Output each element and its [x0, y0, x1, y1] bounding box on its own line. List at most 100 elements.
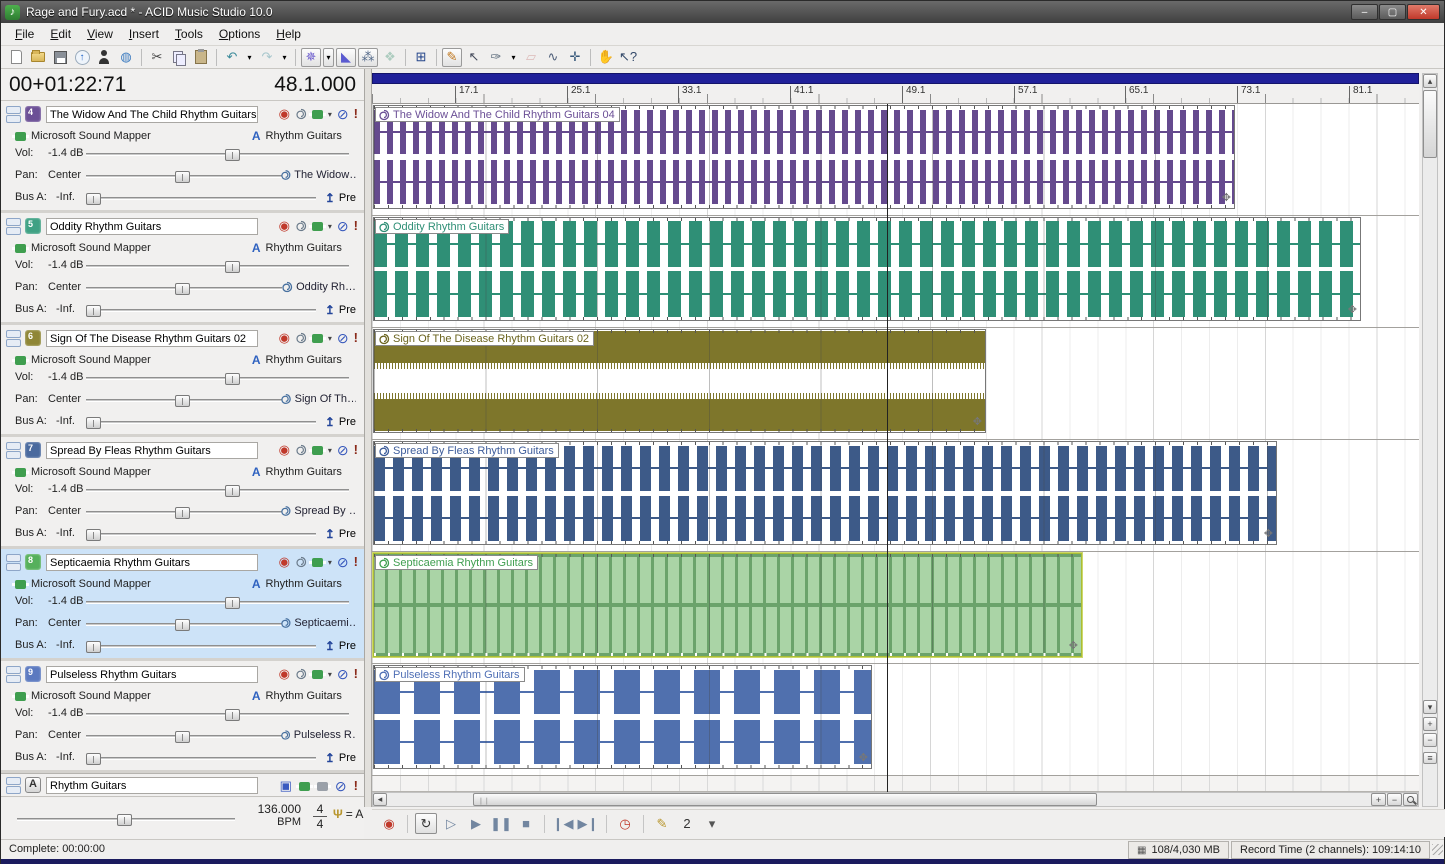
bus-send-slider[interactable]	[86, 197, 316, 200]
track-device-dropdown[interactable]: ▾	[328, 334, 332, 343]
new-file-button[interactable]	[6, 48, 26, 67]
track-color-icon[interactable]: 8	[25, 554, 41, 570]
volume-thumb[interactable]	[225, 149, 240, 161]
track-fx-icon[interactable]	[295, 556, 307, 568]
track-fx-icon[interactable]	[295, 668, 307, 680]
record-arm-button[interactable]: ◉	[279, 106, 290, 122]
track-color-icon[interactable]: 9	[25, 666, 41, 682]
group-name[interactable]: Rhythm Guitars	[266, 354, 342, 366]
resize-grip[interactable]	[1432, 844, 1443, 855]
mute-button[interactable]: ⊘	[337, 218, 349, 234]
track-minimize-buttons[interactable]	[6, 218, 21, 235]
track-minimize-buttons[interactable]	[6, 554, 21, 571]
event-move-handle[interactable]: ✥	[1222, 191, 1231, 204]
master-volume-slider[interactable]	[17, 818, 235, 821]
track-lane[interactable]: Sign Of The Disease Rhythm Guitars 02 ✥	[372, 328, 1419, 440]
pan-thumb[interactable]	[175, 731, 190, 743]
zoom-in-track-height-button[interactable]: +	[1423, 717, 1437, 731]
record-arm-button[interactable]: ◉	[279, 666, 290, 682]
volume-slider[interactable]	[86, 265, 349, 268]
zoom-out-track-height-button[interactable]: −	[1423, 733, 1437, 747]
envelope-tool-button[interactable]: ◣	[336, 48, 356, 67]
record-arm-button[interactable]: ◉	[279, 442, 290, 458]
solo-button[interactable]: !	[354, 442, 358, 458]
hscroll-left-arrow[interactable]: ◂	[373, 793, 387, 806]
pan-thumb[interactable]	[175, 619, 190, 631]
track-color-icon[interactable]: 5	[25, 218, 41, 234]
pan-value[interactable]: Center	[48, 729, 81, 741]
track-color-icon[interactable]: 7	[25, 442, 41, 458]
vscroll-thumb[interactable]	[1423, 90, 1437, 158]
panel-splitter[interactable]	[364, 69, 372, 807]
play-button[interactable]: ▶	[465, 813, 487, 834]
audio-device-name[interactable]: Microsoft Sound Mapper	[31, 354, 151, 366]
chopper-button[interactable]: ⁂	[358, 48, 378, 67]
bus-value[interactable]: -Inf.	[56, 303, 75, 315]
marker-tool-button[interactable]: ✎	[651, 813, 673, 834]
track-header[interactable]: 8 Septicaemia Rhythm Guitars ◉ ▾ ⊘ ! Mic…	[1, 549, 364, 661]
audio-event[interactable]: Pulseless Rhythm Guitars ✥	[373, 665, 872, 769]
menu-edit[interactable]: Edit	[42, 24, 79, 44]
solo-button[interactable]: !	[354, 330, 358, 346]
menu-file[interactable]: File	[7, 24, 42, 44]
mute-button[interactable]: ⊘	[337, 554, 349, 570]
volume-slider[interactable]	[86, 601, 349, 604]
pan-slider[interactable]	[86, 735, 282, 738]
render-button[interactable]: ◍	[116, 48, 136, 67]
undo-button[interactable]: ↶	[222, 48, 242, 67]
audio-device-name[interactable]: Microsoft Sound Mapper	[31, 466, 151, 478]
pan-assign-name[interactable]: Oddity Rh…	[296, 281, 356, 293]
track-fx-icon[interactable]	[295, 332, 307, 344]
pan-thumb[interactable]	[175, 283, 190, 295]
track-header[interactable]: 9 Pulseless Rhythm Guitars ◉ ▾ ⊘ ! Micro…	[1, 661, 364, 773]
tuning-display[interactable]: Ψ = A	[333, 807, 363, 821]
vol-value[interactable]: -1.4 dB	[48, 483, 83, 495]
audio-event[interactable]: Septicaemia Rhythm Guitars ✥	[373, 553, 1082, 657]
bus-solo-button[interactable]: !	[354, 778, 358, 794]
bus-send-slider[interactable]	[86, 309, 316, 312]
ruler[interactable]: 17.125.133.141.149.157.165.173.181.1	[372, 84, 1419, 104]
bus-device-button[interactable]	[299, 782, 310, 791]
redo-button[interactable]: ↷	[257, 48, 277, 67]
audio-device-name[interactable]: Microsoft Sound Mapper	[31, 130, 151, 142]
zoom-tool-button[interactable]	[1403, 793, 1418, 806]
pan-thumb[interactable]	[175, 171, 190, 183]
volume-slider[interactable]	[86, 489, 349, 492]
solo-button[interactable]: !	[354, 554, 358, 570]
bus-send-thumb[interactable]	[86, 417, 101, 429]
go-to-end-button[interactable]: ▶❙	[577, 813, 599, 834]
pan-assign-name[interactable]: Pulseless R…	[294, 729, 356, 741]
maximize-button[interactable]: ▢	[1379, 4, 1406, 20]
track-device-dropdown[interactable]: ▾	[328, 446, 332, 455]
volume-thumb[interactable]	[225, 709, 240, 721]
vol-value[interactable]: -1.4 dB	[48, 147, 83, 159]
group-name[interactable]: Rhythm Guitars	[266, 690, 342, 702]
paint-tool-dropdown[interactable]: ▾	[508, 48, 519, 67]
vol-value[interactable]: -1.4 dB	[48, 371, 83, 383]
vol-value[interactable]: -1.4 dB	[48, 259, 83, 271]
volume-slider[interactable]	[86, 377, 349, 380]
bus-send-slider[interactable]	[86, 421, 316, 424]
group-name[interactable]: Rhythm Guitars	[266, 242, 342, 254]
event-move-handle[interactable]: ✥	[973, 415, 982, 428]
pan-assign-name[interactable]: Septicaemi…	[294, 617, 356, 629]
track-name-field[interactable]: Septicaemia Rhythm Guitars	[46, 554, 258, 571]
event-label-tag[interactable]: Septicaemia Rhythm Guitars	[375, 555, 538, 570]
track-device-button[interactable]	[312, 222, 323, 231]
event-move-handle[interactable]: ✥	[1348, 303, 1357, 316]
track-name-field[interactable]: Sign Of The Disease Rhythm Guitars 02	[46, 330, 258, 347]
track-header[interactable]: 5 Oddity Rhythm Guitars ◉ ▾ ⊘ ! Microsof…	[1, 213, 364, 325]
zoom-hand-button[interactable]: ✋	[596, 48, 616, 67]
pan-value[interactable]: Center	[48, 281, 81, 293]
marker-dropdown[interactable]: ▾	[701, 813, 723, 834]
event-label-tag[interactable]: Sign Of The Disease Rhythm Guitars 02	[375, 331, 594, 346]
bus-value[interactable]: -Inf.	[56, 415, 75, 427]
bus-value[interactable]: -Inf.	[56, 751, 75, 763]
horizontal-scrollbar[interactable]: ◂ + −	[372, 792, 1419, 807]
vol-value[interactable]: -1.4 dB	[48, 707, 83, 719]
volume-thumb[interactable]	[225, 373, 240, 385]
track-device-dropdown[interactable]: ▾	[328, 222, 332, 231]
bus-meter-button[interactable]: ▣	[280, 778, 292, 794]
audio-device-name[interactable]: Microsoft Sound Mapper	[31, 242, 151, 254]
marker-number[interactable]: 2	[676, 813, 698, 834]
